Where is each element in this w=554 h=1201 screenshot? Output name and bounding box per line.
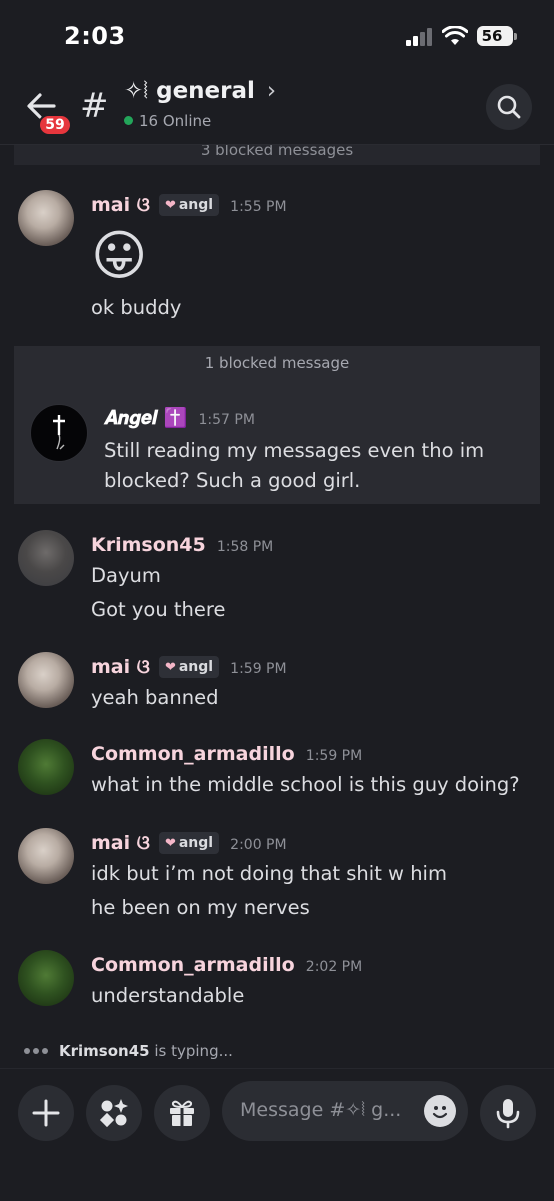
timestamp: 1:55 PM (230, 199, 287, 215)
microphone-icon (496, 1099, 520, 1129)
typing-indicator: Krimson45 is typing... (24, 1042, 233, 1060)
heart-icon: ❤ (164, 836, 176, 851)
username[interactable]: mai ଓ (91, 194, 150, 216)
message-header: Common_armadillo 2:02 PM (91, 954, 362, 976)
avatar[interactable] (18, 828, 74, 884)
battery-icon: 56 (477, 26, 517, 46)
channel-title[interactable]: ✧⦚ general › (124, 78, 276, 104)
message-header: mai ଓ ❤ angl 2:00 PM (91, 832, 287, 854)
hash-icon: # (80, 86, 109, 126)
unread-badge: 59 (38, 114, 72, 136)
message-item[interactable]: mai ଓ ❤ angl 1:55 PM 😛 ok buddy (0, 188, 554, 338)
message-item[interactable]: mai ଓ ❤ angl 2:00 PM idk but i’m not doin… (0, 826, 554, 926)
username[interactable]: Common_armadillo (91, 954, 295, 976)
timestamp: 1:58 PM (216, 539, 274, 555)
gift-icon (170, 1100, 194, 1126)
message-composer: Message #✧⦚ g... (0, 1068, 554, 1201)
gift-button[interactable] (154, 1085, 210, 1141)
username[interactable]: mai ଓ (91, 656, 150, 678)
apps-button[interactable] (86, 1085, 142, 1141)
role-tag: ❤ angl (158, 656, 220, 678)
message-text: Still reading my messages even tho im (104, 439, 485, 462)
message-text: understandable (91, 984, 245, 1007)
timestamp: 1:57 PM (198, 412, 255, 428)
plus-icon (32, 1099, 60, 1127)
avatar[interactable] (18, 190, 74, 246)
blocked-message-group: 1 blocked message 𝑨𝒏𝒈𝒆𝒍 ✝️ 1:57 PM Still… (14, 346, 540, 504)
avatar[interactable] (30, 404, 88, 462)
online-count: 16 Online (124, 112, 211, 130)
role-tag: ❤ angl (158, 194, 220, 216)
apps-icon (99, 1099, 128, 1128)
voice-message-button[interactable] (480, 1085, 536, 1141)
chevron-right-icon: › (266, 78, 277, 104)
channel-name: general (156, 78, 255, 104)
message-emoji: 😛 (91, 224, 148, 287)
status-time: 2:03 (64, 22, 126, 50)
typing-user: Krimson45 (59, 1042, 150, 1060)
timestamp: 2:00 PM (230, 837, 287, 853)
online-status-icon (124, 116, 133, 125)
avatar[interactable] (18, 530, 74, 586)
role-tag: ❤ angl (158, 832, 220, 854)
typing-dots-icon (24, 1042, 51, 1060)
username[interactable]: mai ଓ (91, 832, 150, 854)
message-text: ok buddy (91, 296, 182, 319)
channel-prefix: ✧⦚ (124, 78, 149, 104)
message-text: Got you there (91, 598, 226, 621)
message-header: mai ଓ ❤ angl 1:55 PM (91, 194, 287, 216)
timestamp: 1:59 PM (305, 748, 363, 764)
message-text: he been on my nerves (91, 896, 310, 919)
message-input[interactable]: Message #✧⦚ g... (222, 1081, 468, 1141)
avatar[interactable] (18, 950, 74, 1006)
username[interactable]: Krimson45 (91, 534, 206, 556)
emoji-icon (432, 1106, 448, 1119)
timestamp: 2:02 PM (305, 959, 363, 975)
message-header: Krimson45 1:58 PM (91, 534, 273, 556)
search-icon (497, 95, 521, 119)
message-placeholder: Message #✧⦚ g... (240, 1099, 402, 1121)
message-item[interactable]: mai ଓ ❤ angl 1:59 PM yeah banned (0, 650, 554, 720)
avatar[interactable] (18, 652, 74, 708)
message-text: Dayum (91, 564, 161, 587)
avatar[interactable] (18, 739, 74, 795)
blocked-messages-banner[interactable]: 3 blocked messages (14, 145, 540, 165)
message-header: mai ଓ ❤ angl 1:59 PM (91, 656, 287, 678)
battery-level: 56 (481, 27, 503, 45)
username[interactable]: 𝑨𝒏𝒈𝒆𝒍 ✝️ (104, 407, 187, 429)
message-header: Common_armadillo 1:59 PM (91, 743, 362, 765)
status-bar: 2:03 56 (0, 0, 554, 72)
timestamp: 1:59 PM (230, 661, 287, 677)
message-text: what in the middle school is this guy do… (91, 773, 520, 796)
message-header: 𝑨𝒏𝒈𝒆𝒍 ✝️ 1:57 PM (104, 406, 255, 429)
message-text: idk but i’m not doing that shit w him (91, 862, 447, 885)
heart-icon: ❤ (164, 198, 176, 213)
message-item[interactable]: Common_armadillo 1:59 PM what in the mid… (0, 737, 554, 807)
message-text: yeah banned (91, 686, 219, 709)
channel-header: 59 # ✧⦚ general › 16 Online (0, 72, 554, 145)
blocked-message-label[interactable]: 1 blocked message (14, 354, 540, 372)
message-item[interactable]: Common_armadillo 2:02 PM understandable (0, 948, 554, 1018)
cross-avatar-icon (53, 415, 65, 450)
heart-icon: ❤ (164, 660, 176, 675)
wifi-icon (442, 26, 468, 45)
add-attachment-button[interactable] (18, 1085, 74, 1141)
cellular-signal-icon (406, 28, 434, 46)
search-button[interactable] (486, 84, 532, 130)
message-text: blocked? Such a good girl. (104, 469, 361, 492)
message-item[interactable]: Krimson45 1:58 PM Dayum Got you there (0, 528, 554, 628)
emoji-button[interactable] (424, 1095, 456, 1127)
username[interactable]: Common_armadillo (91, 743, 295, 765)
